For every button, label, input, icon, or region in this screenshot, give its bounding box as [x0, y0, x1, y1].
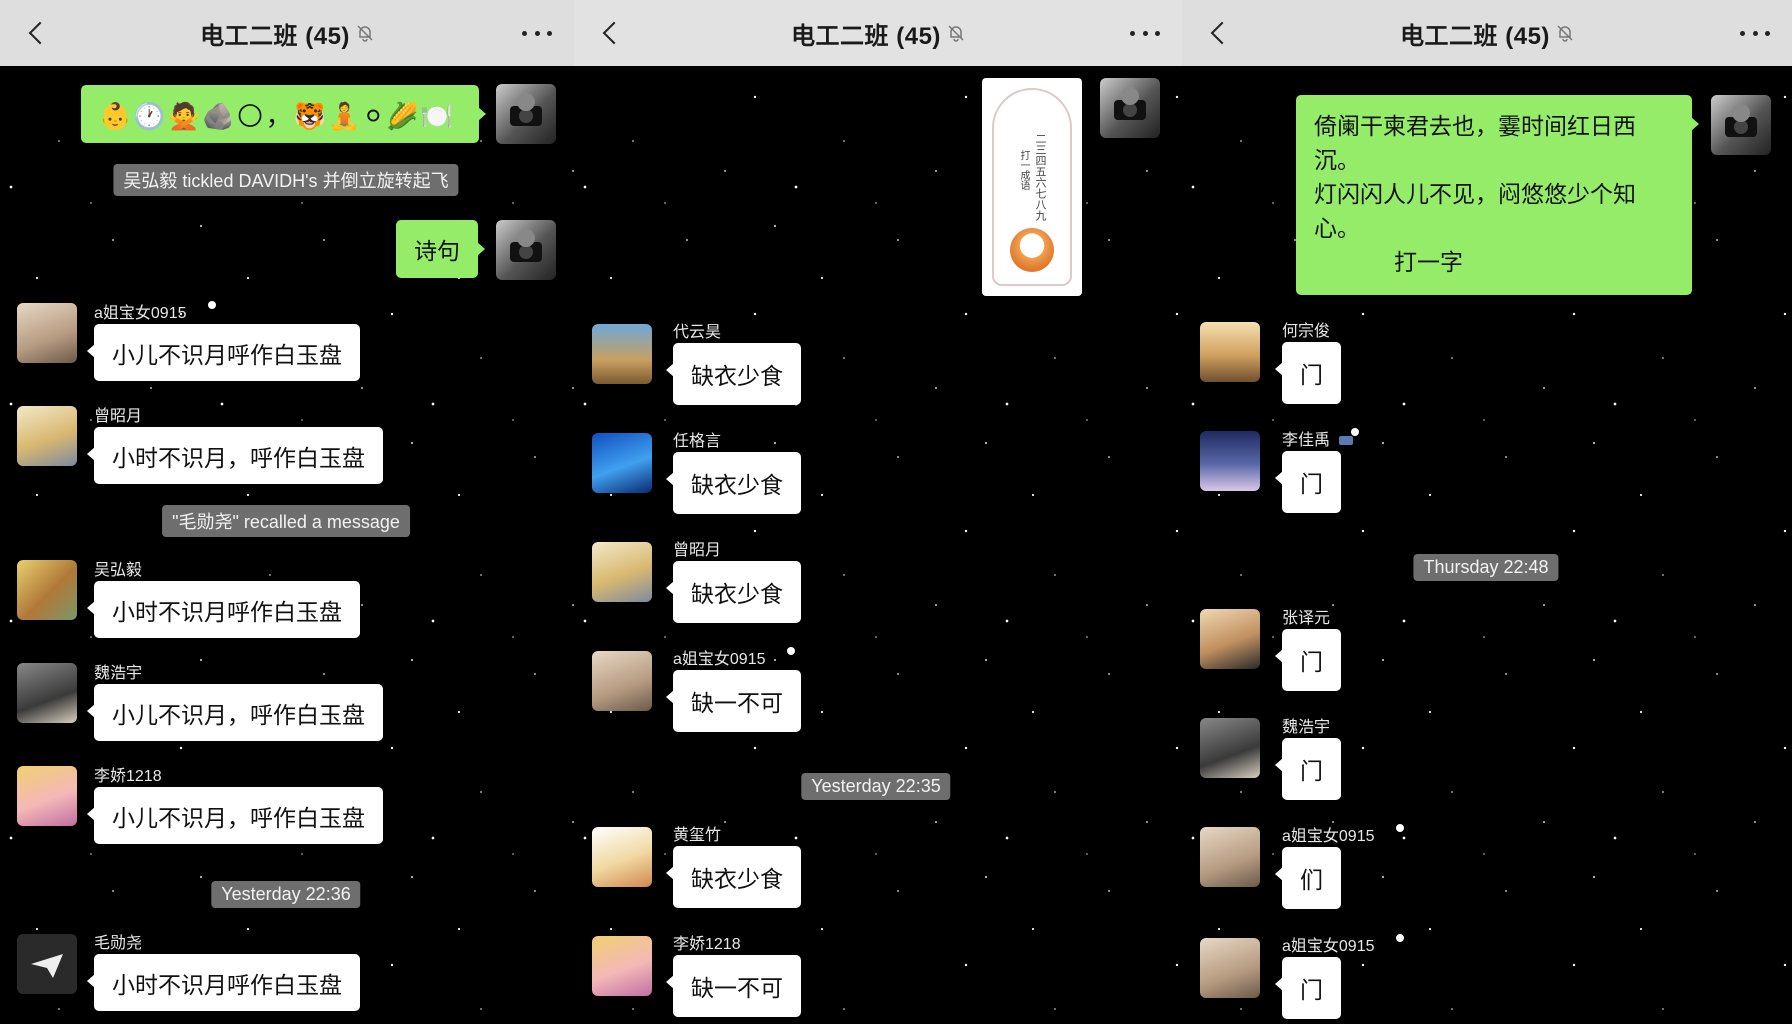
avatar[interactable]: [17, 560, 77, 620]
avatar[interactable]: [17, 766, 77, 826]
message-bubble[interactable]: 小儿不识月，呼作白玉盘: [87, 787, 383, 844]
message-bubble[interactable]: 缺衣少食: [666, 561, 801, 623]
sender-name: a姐宝女0915 ✌: [94, 299, 217, 323]
message-bubble[interactable]: 缺一不可: [666, 670, 801, 732]
mute-bell-icon: [947, 24, 965, 42]
sender-name: 曾昭月: [673, 542, 722, 559]
svg-text:✌: ✌: [774, 648, 789, 668]
avatar[interactable]: [592, 433, 652, 493]
pat-status-icon: ✌: [774, 646, 796, 668]
avatar[interactable]: [17, 303, 77, 363]
back-button[interactable]: [1202, 15, 1236, 51]
message-bubble[interactable]: 小时不识月呼作白玉盘: [87, 954, 360, 1011]
time-separator: Thursday 22:48: [1413, 554, 1559, 581]
sender-name: 吴弘毅: [94, 562, 143, 579]
message-bubble[interactable]: 门: [1275, 629, 1341, 691]
my-text-message-label: 诗句: [414, 238, 460, 264]
mute-bell-icon: [356, 24, 374, 42]
message-bubble[interactable]: 缺一不可: [666, 955, 801, 1017]
avatar[interactable]: [17, 406, 77, 466]
recall-notice: "毛勋尧" recalled a message: [162, 505, 410, 537]
tickle-notice: 吴弘毅 tickled DAVIDH's 并倒立旋转起飞: [113, 164, 459, 196]
avatar[interactable]: [1200, 431, 1260, 491]
chat-title: 电工二班 (45): [200, 22, 350, 50]
message-bubble[interactable]: 缺衣少食: [666, 343, 801, 405]
message-bubble[interactable]: 门: [1275, 451, 1341, 513]
nav-bar: 电工二班 (45): [1182, 0, 1792, 66]
time-separator: Yesterday 22:35: [801, 773, 951, 800]
sender-name: 代云昊: [673, 324, 722, 341]
nav-bar: 电工二班 (45): [574, 0, 1182, 66]
riddle-image-card[interactable]: 二三四五六七八九 打一成语: [982, 78, 1082, 296]
chat-panel-2: 电工二班 (45) 二三四五六七八九 打一成语 代云昊 缺衣少食 任格言 缺衣少…: [574, 0, 1182, 1024]
message-bubble[interactable]: 缺衣少食: [666, 452, 801, 514]
sender-name: a姐宝女0915 ✌: [673, 645, 796, 669]
pat-status-icon: ✌: [195, 300, 217, 322]
chat-panel-1: 电工二班 (45) 👶🕐🙅🪨🌕，🐯🧘⚪🌽🍽️ 吴弘毅 tickled DAVID…: [0, 0, 574, 1024]
emoji-message-text: 👶🕐🙅🪨🌕，🐯🧘⚪🌽🍽️: [99, 100, 455, 131]
time-separator: Yesterday 22:36: [211, 881, 361, 908]
my-emoji-message[interactable]: 👶🕐🙅🪨🌕，🐯🧘⚪🌽🍽️: [81, 85, 486, 143]
message-bubble[interactable]: 小时不识月呼作白玉盘: [87, 581, 360, 638]
chat-panel-3: 电工二班 (45) 倚阑干柬君去也，霎时间红日西 沉。 灯闪闪人儿不见，闷悠悠少…: [1182, 0, 1792, 1024]
sender-name: 李佳禹: [1282, 426, 1360, 450]
message-bubble[interactable]: 小时不识月，呼作白玉盘: [87, 427, 383, 484]
message-bubble[interactable]: 门: [1275, 342, 1341, 404]
avatar[interactable]: [592, 827, 652, 887]
svg-text:✌: ✌: [195, 302, 210, 322]
card-line-2: 打一成语: [1018, 150, 1029, 190]
avatar[interactable]: [1200, 827, 1260, 887]
message-bubble[interactable]: 缺衣少食: [666, 846, 801, 908]
my-avatar[interactable]: [1100, 78, 1160, 138]
my-avatar[interactable]: [1711, 95, 1771, 155]
sender-name: 曾昭月: [94, 408, 143, 425]
svg-text:✌: ✌: [1383, 935, 1398, 955]
back-button[interactable]: [594, 15, 628, 51]
avatar[interactable]: [592, 324, 652, 384]
more-options-button[interactable]: [1130, 20, 1160, 46]
avatar[interactable]: [17, 663, 77, 723]
chat-title: 电工二班 (45): [1400, 22, 1550, 50]
sender-name: 李娇1218: [673, 936, 741, 953]
back-button[interactable]: [20, 15, 54, 51]
pat-status-icon: ✌: [1383, 823, 1405, 845]
chat-title: 电工二班 (45): [791, 22, 941, 50]
sender-name: a姐宝女0915 ✌: [1282, 822, 1405, 846]
avatar[interactable]: [1200, 609, 1260, 669]
nav-bar: 电工二班 (45): [0, 0, 574, 66]
avatar[interactable]: [17, 934, 77, 994]
avatar[interactable]: [592, 651, 652, 711]
message-bubble[interactable]: 小儿不识月呼作白玉盘: [87, 324, 360, 381]
card-line-1: 二三四五六七八九: [1034, 133, 1046, 221]
sender-name: 李娇1218: [94, 768, 162, 785]
pat-status-icon: ✌: [1383, 933, 1405, 955]
svg-text:✌: ✌: [1383, 825, 1398, 845]
more-options-button[interactable]: [522, 20, 552, 46]
avatar[interactable]: [1200, 718, 1260, 778]
rabbit-icon: [1010, 228, 1054, 272]
message-bubble[interactable]: 小儿不识月，呼作白玉盘: [87, 684, 383, 741]
sender-name: 毛勋尧: [94, 935, 143, 952]
sender-name: 何宗俊: [1282, 323, 1331, 340]
sender-name: 魏浩宇: [1282, 719, 1331, 736]
my-riddle-message[interactable]: 倚阑干柬君去也，霎时间红日西 沉。 灯闪闪人儿不见，闷悠悠少个知 心。 打一字: [1296, 95, 1699, 295]
avatar[interactable]: [1200, 938, 1260, 998]
sender-name: a姐宝女0915 ✌: [1282, 932, 1405, 956]
sender-name: 张译元: [1282, 610, 1331, 627]
sender-name: 黄玺竹: [673, 827, 722, 844]
pat-status-icon: [1338, 427, 1360, 449]
message-bubble[interactable]: 门: [1275, 738, 1341, 800]
my-text-message[interactable]: 诗句: [396, 220, 485, 278]
avatar[interactable]: [592, 936, 652, 996]
message-bubble[interactable]: 门: [1275, 957, 1341, 1019]
my-avatar[interactable]: [496, 84, 556, 144]
sender-name: 任格言: [673, 433, 722, 450]
mute-bell-icon: [1556, 24, 1574, 42]
message-bubble[interactable]: 们: [1275, 847, 1341, 909]
avatar[interactable]: [1200, 322, 1260, 382]
avatar[interactable]: [592, 542, 652, 602]
more-options-button[interactable]: [1740, 20, 1770, 46]
my-avatar[interactable]: [496, 220, 556, 280]
sender-name: 魏浩宇: [94, 665, 143, 682]
